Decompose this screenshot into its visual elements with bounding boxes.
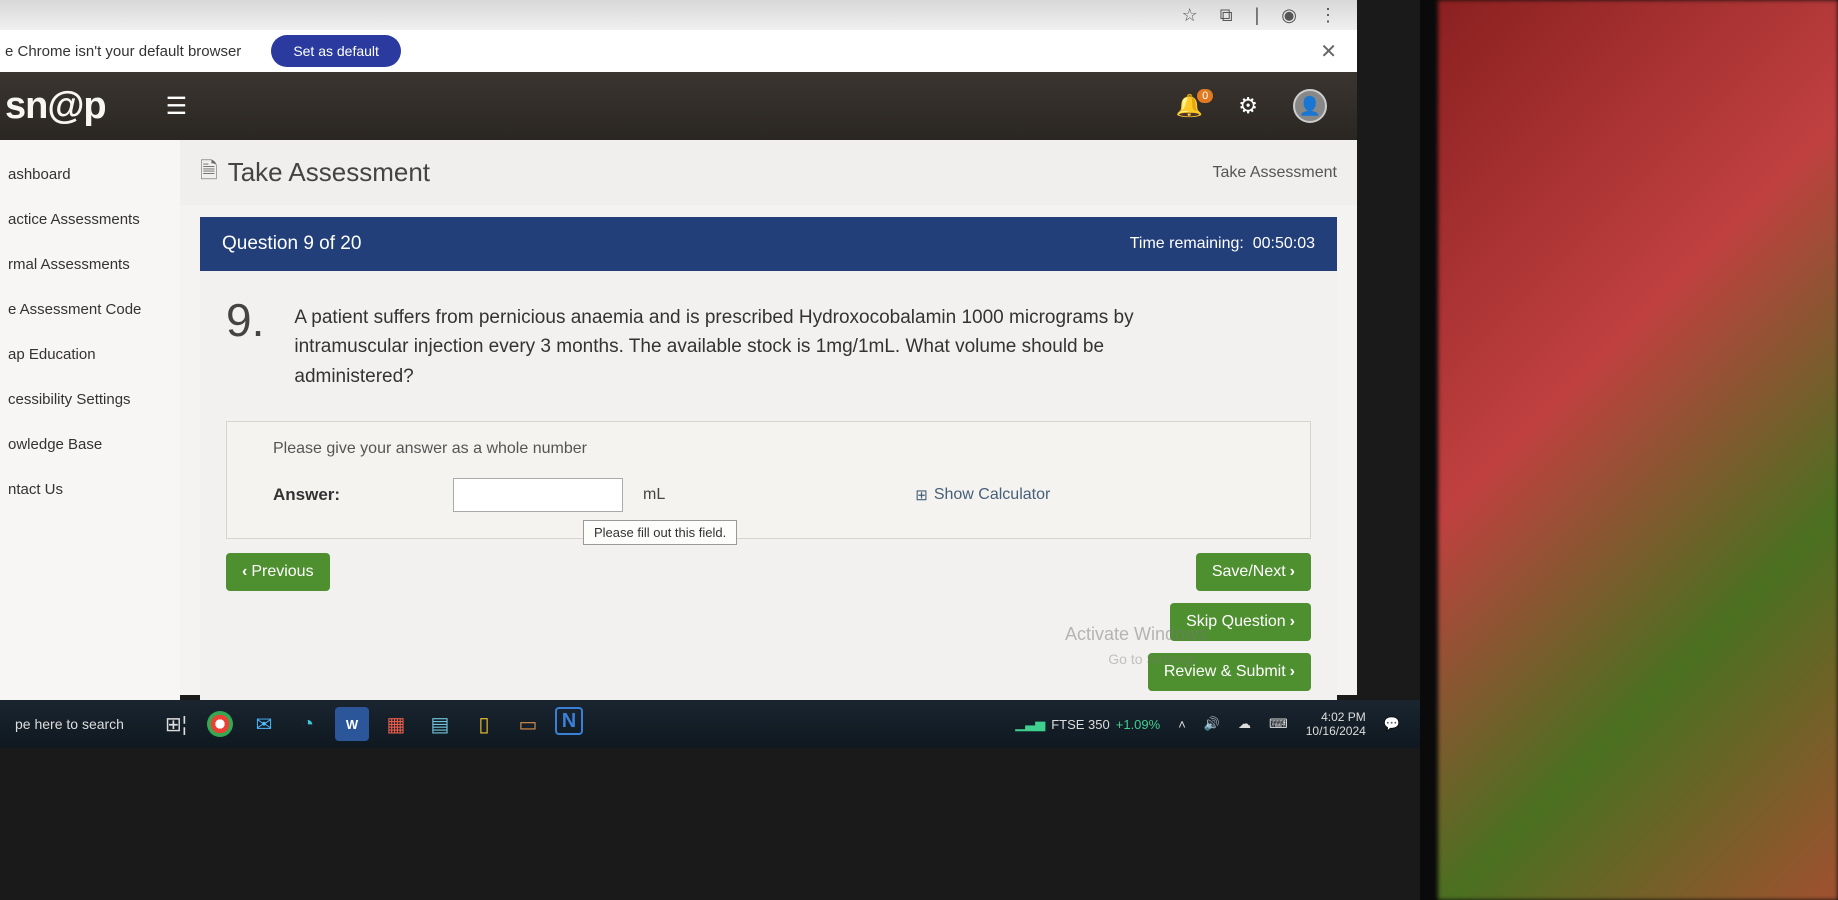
ftse-widget[interactable]: ▁▃▅ FTSE 350 +1.09% xyxy=(1015,716,1160,732)
notifications-button[interactable]: 🔔 0 xyxy=(1176,93,1203,119)
taskbar-icons: ⊞¦ ✉ ◔ W ▦ ▤ ▯ ▭ N xyxy=(159,707,583,741)
clock-date: 10/16/2024 xyxy=(1306,724,1366,738)
chevron-right-icon: › xyxy=(1290,563,1295,581)
notif-badge: 0 xyxy=(1197,89,1213,103)
stock-chart-icon: ▁▃▅ xyxy=(1015,716,1045,732)
brand-logo[interactable]: sn@p xyxy=(0,85,126,128)
app-icon-4[interactable]: ▭ xyxy=(511,707,545,741)
document-icon: 🗎 xyxy=(200,154,218,192)
set-default-button[interactable]: Set as default xyxy=(271,35,401,67)
timer: Time remaining: 00:50:03 xyxy=(1130,235,1315,253)
breadcrumb: Take Assessment xyxy=(1213,164,1338,182)
calc-label: Show Calculator xyxy=(934,486,1051,504)
mail-icon[interactable]: ✉ xyxy=(247,707,281,741)
sidebar-item-education[interactable]: ap Education xyxy=(0,332,180,377)
cloud-icon[interactable]: ☁ xyxy=(1238,716,1251,732)
question-number: 9. xyxy=(226,293,264,347)
windows-watermark-sub: Go to Settings xyxy=(1108,651,1197,667)
question-bar: Question 9 of 20 Time remaining: 00:50:0… xyxy=(200,217,1337,271)
sidebar: ashboard actice Assessments rmal Assessm… xyxy=(0,140,180,700)
previous-label: Previous xyxy=(251,563,313,581)
timer-value: 00:50:03 xyxy=(1253,235,1315,252)
sidebar-item-formal[interactable]: rmal Assessments xyxy=(0,242,180,287)
answer-input[interactable] xyxy=(453,478,623,512)
divider: | xyxy=(1255,5,1260,26)
page-header: 🗎 Take Assessment Take Assessment xyxy=(180,140,1357,205)
sidebar-item-contact[interactable]: ntact Us xyxy=(0,467,180,512)
clock-time: 4:02 PM xyxy=(1306,710,1366,724)
extension-icon[interactable]: ⧉ xyxy=(1220,5,1233,26)
show-calculator-link[interactable]: ⊞ Show Calculator xyxy=(915,486,1050,504)
chevron-left-icon: ‹ xyxy=(242,563,247,581)
windows-watermark: Activate Windows xyxy=(1065,624,1207,645)
profile-icon[interactable]: ◉ xyxy=(1281,5,1297,26)
save-next-label: Save/Next xyxy=(1212,563,1286,581)
question-text: A patient suffers from pernicious anaemi… xyxy=(294,293,1194,391)
photo-background xyxy=(1438,0,1838,900)
content-area: Question 9 of 20 Time remaining: 00:50:0… xyxy=(180,205,1357,695)
header-actions: 🔔 0 ⚙ 👤 xyxy=(1176,89,1327,123)
keyboard-icon[interactable]: ⌨ xyxy=(1269,716,1288,732)
app-icon-3[interactable]: ▯ xyxy=(467,707,501,741)
app-icon-1[interactable]: ▦ xyxy=(379,707,413,741)
answer-hint: Please give your answer as a whole numbe… xyxy=(273,440,1286,458)
app-icon-2[interactable]: ▤ xyxy=(423,707,457,741)
notification-icon[interactable]: 💬 xyxy=(1384,716,1400,732)
calculator-icon: ⊞ xyxy=(915,486,928,504)
question-counter: Question 9 of 20 xyxy=(222,233,361,255)
answer-label: Answer: xyxy=(273,485,433,505)
close-icon[interactable]: ✕ xyxy=(1320,39,1337,64)
gear-icon[interactable]: ⚙ xyxy=(1238,93,1258,119)
page-title-text: Take Assessment xyxy=(228,157,430,188)
answer-row: Answer: mL ⊞ Show Calculator xyxy=(273,478,1286,512)
validation-tooltip: Please fill out this field. xyxy=(583,520,737,545)
chrome-taskbar-icon[interactable] xyxy=(203,707,237,741)
app-icon-n[interactable]: N xyxy=(555,707,583,735)
action-buttons: Save/Next › Skip Question › Review & Sub… xyxy=(1148,553,1311,691)
sidebar-item-code[interactable]: e Assessment Code xyxy=(0,287,180,332)
taskview-icon[interactable]: ⊞¦ xyxy=(159,707,193,741)
answer-unit: mL xyxy=(643,486,665,504)
word-icon[interactable]: W xyxy=(335,707,369,741)
menu-dots-icon[interactable]: ⋮ xyxy=(1319,5,1337,26)
sidebar-item-accessibility[interactable]: cessibility Settings xyxy=(0,377,180,422)
app-header: sn@p ☰ 🔔 0 ⚙ 👤 xyxy=(0,72,1357,140)
nav-buttons: ‹ Previous Save/Next › Skip Question › R… xyxy=(226,553,1311,691)
sidebar-item-knowledge[interactable]: owledge Base xyxy=(0,422,180,467)
chevron-right-icon: › xyxy=(1290,663,1295,681)
browser-toolbar: ☆ ⧉ | ◉ ⋮ xyxy=(0,0,1357,30)
sidebar-item-dashboard[interactable]: ashboard xyxy=(0,152,180,197)
avatar[interactable]: 👤 xyxy=(1293,89,1327,123)
previous-button[interactable]: ‹ Previous xyxy=(226,553,330,591)
default-browser-msg: e Chrome isn't your default browser xyxy=(5,43,241,60)
timer-label: Time remaining: xyxy=(1130,235,1244,252)
question-body: 9. A patient suffers from pernicious ana… xyxy=(200,271,1337,721)
volume-icon[interactable]: 🔊 xyxy=(1204,716,1220,732)
star-icon[interactable]: ☆ xyxy=(1182,5,1198,26)
taskbar-right: ▁▃▅ FTSE 350 +1.09% ˄ 🔊 ☁ ⌨ 4:02 PM 10/1… xyxy=(1015,710,1400,739)
taskbar: pe here to search ⊞¦ ✉ ◔ W ▦ ▤ ▯ ▭ N ▁▃▅… xyxy=(0,700,1420,748)
chevron-right-icon: › xyxy=(1290,613,1295,631)
edge-icon[interactable]: ◔ xyxy=(291,707,325,741)
page-title: 🗎 Take Assessment xyxy=(200,154,430,192)
taskbar-clock[interactable]: 4:02 PM 10/16/2024 xyxy=(1306,710,1366,739)
default-browser-bar: e Chrome isn't your default browser Set … xyxy=(0,30,1357,72)
hamburger-icon[interactable]: ☰ xyxy=(166,92,188,121)
save-next-button[interactable]: Save/Next › xyxy=(1196,553,1311,591)
tray-chevron-icon[interactable]: ˄ xyxy=(1178,717,1186,732)
taskbar-search[interactable]: pe here to search xyxy=(0,716,139,732)
answer-block: Please give your answer as a whole numbe… xyxy=(226,421,1311,539)
ftse-label: FTSE 350 xyxy=(1051,717,1110,732)
question-row: 9. A patient suffers from pernicious ana… xyxy=(226,293,1311,391)
sidebar-item-practice[interactable]: actice Assessments xyxy=(0,197,180,242)
ftse-change: +1.09% xyxy=(1116,717,1160,732)
